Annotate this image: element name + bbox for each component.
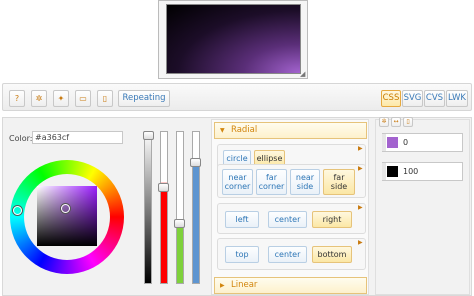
size-options: near corner far corner near side far sid…	[217, 164, 366, 198]
gear-icon: ✲	[35, 94, 43, 103]
help-icon: ?	[14, 94, 20, 103]
gradient-preview: ◢	[158, 0, 308, 79]
size-near-side-button[interactable]: near side	[290, 169, 320, 195]
stop-handle[interactable]	[382, 163, 386, 180]
folder-icon: ▭	[79, 94, 87, 103]
swap-icon: ↔	[393, 118, 399, 125]
open-button[interactable]: ▭	[75, 90, 91, 107]
position-center-x-button[interactable]: center	[268, 211, 307, 228]
stop-color-swatch[interactable]	[387, 137, 398, 148]
horizontal-position-options: left center right ▶	[217, 203, 366, 234]
position-right-button[interactable]: right	[312, 211, 352, 228]
linear-section-title: Linear	[231, 280, 258, 290]
stop-position: 0	[403, 138, 409, 147]
stop-color-swatch[interactable]	[387, 166, 398, 177]
stop-row-1[interactable]: 100	[382, 162, 463, 181]
swap-stops-button[interactable]: ↔	[391, 117, 401, 127]
saturation-value-handle[interactable]	[61, 204, 70, 213]
toolbar: ? ✲ ✦ ▭ ▯ Repeating CSS SVG CVS LWK	[2, 83, 472, 111]
size-far-side-button[interactable]: far side	[323, 169, 355, 195]
vertical-position-options: top center bottom ▶	[217, 238, 366, 270]
remove-icon: ▯	[406, 118, 410, 125]
red-slider-track[interactable]	[160, 131, 168, 284]
tab-css[interactable]: CSS	[381, 90, 401, 107]
pin-icon: ✦	[57, 94, 65, 103]
tab-cvs[interactable]: CVS	[424, 90, 445, 107]
radial-section-header[interactable]: ▼ Radial	[214, 122, 367, 139]
blue-slider-track[interactable]	[192, 131, 200, 284]
tab-svg[interactable]: SVG	[402, 90, 423, 107]
pin-button[interactable]: ✦	[53, 90, 69, 107]
position-top-button[interactable]: top	[225, 246, 259, 263]
color-label: Color:	[9, 134, 33, 143]
red-slider-handle[interactable]	[158, 182, 169, 192]
add-stop-button[interactable]: ✲	[379, 117, 389, 127]
saturation-value-square[interactable]	[37, 186, 97, 246]
gradient-settings: ▼ Radial circle ellipse ▶ near corner fa…	[211, 119, 369, 295]
green-slider-track[interactable]	[176, 131, 184, 284]
gradient-preview-canvas	[166, 4, 301, 74]
stop-handle[interactable]	[382, 134, 386, 151]
size-near-corner-button[interactable]: near corner	[222, 169, 253, 195]
linear-section-header[interactable]: ▶ Linear	[214, 277, 367, 294]
hue-handle[interactable]	[13, 206, 22, 215]
plus-icon: ✲	[381, 118, 387, 125]
position-center-y-button[interactable]: center	[268, 246, 307, 263]
stop-row-0[interactable]: 0	[382, 133, 463, 152]
size-far-corner-button[interactable]: far corner	[256, 169, 287, 195]
settings-button[interactable]: ✲	[31, 90, 47, 107]
position-bottom-button[interactable]: bottom	[312, 246, 352, 263]
repeating-button[interactable]: Repeating	[118, 90, 170, 107]
color-hex-input[interactable]: #a363cf	[32, 131, 123, 144]
position-left-button[interactable]: left	[225, 211, 259, 228]
triangle-right-icon: ▶	[358, 239, 363, 246]
triangle-right-icon: ▶	[220, 282, 225, 289]
help-button[interactable]: ?	[9, 90, 25, 107]
blue-slider-handle[interactable]	[190, 158, 201, 168]
green-slider-handle[interactable]	[174, 218, 185, 228]
color-stops-panel: ✲ ↔ ▯ 0 100	[375, 117, 470, 295]
new-button[interactable]: ▯	[97, 90, 113, 107]
alpha-slider-track[interactable]	[144, 131, 152, 284]
triangle-right-icon: ▶	[358, 165, 363, 172]
resize-grip-icon[interactable]: ◢	[300, 71, 306, 78]
stop-position: 100	[403, 167, 419, 176]
tab-lwk[interactable]: LWK	[446, 90, 468, 107]
triangle-right-icon: ▶	[358, 145, 363, 152]
document-icon: ▯	[102, 94, 108, 103]
triangle-right-icon: ▶	[358, 204, 363, 211]
alpha-slider-handle[interactable]	[143, 131, 154, 140]
radial-section-title: Radial	[231, 125, 258, 135]
remove-stop-button[interactable]: ▯	[403, 117, 413, 127]
triangle-down-icon: ▼	[220, 127, 225, 134]
